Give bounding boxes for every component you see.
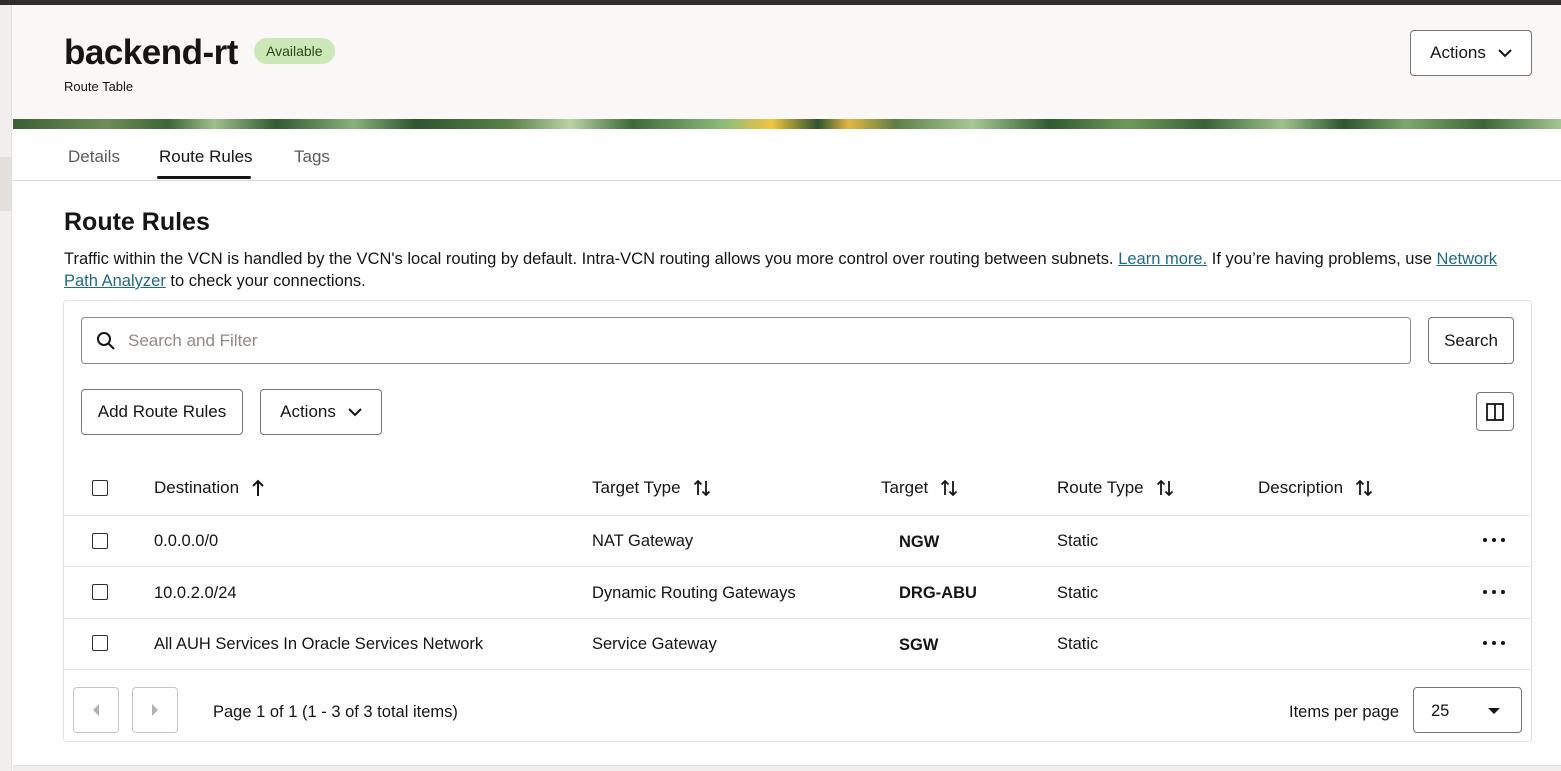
chevron-down-icon <box>348 407 362 416</box>
column-header-description[interactable]: Description <box>1258 478 1373 498</box>
page-header: backend-rt Available Route Table Actions <box>13 5 1561 119</box>
column-toggle-button[interactable] <box>1476 392 1514 431</box>
column-header-target-type[interactable]: Target Type <box>592 478 711 498</box>
cell-route-type: Static <box>1057 635 1099 653</box>
decorative-banner <box>13 119 1561 129</box>
column-header-label: Description <box>1258 478 1344 497</box>
items-per-page-value: 25 <box>1431 702 1450 720</box>
tab-route-rules[interactable]: Route Rules <box>159 147 253 167</box>
row-checkbox[interactable] <box>92 635 108 651</box>
learn-more-link[interactable]: Learn more. <box>1118 250 1207 268</box>
bottom-edge <box>13 765 1561 771</box>
cell-target-type: Service Gateway <box>592 635 717 653</box>
row-actions-menu-icon[interactable] <box>1483 584 1505 600</box>
sort-arrows-icon[interactable] <box>1355 479 1373 497</box>
cell-target[interactable]: SGW <box>899 636 938 655</box>
next-page-button[interactable] <box>132 687 178 733</box>
header-actions-button[interactable]: Actions <box>1410 30 1532 76</box>
previous-page-button[interactable] <box>73 687 119 733</box>
route-rules-panel <box>63 300 1532 742</box>
cell-target-type: Dynamic Routing Gateways <box>592 584 796 602</box>
caret-right-icon <box>152 704 158 716</box>
cell-target[interactable]: DRG-ABU <box>899 584 977 603</box>
table-header-divider <box>64 515 1531 516</box>
tab-bar: Details Route Rules Tags <box>13 129 1561 181</box>
tab-tags[interactable]: Tags <box>294 147 330 167</box>
status-badge: Available <box>254 38 335 64</box>
pagination-summary: Page 1 of 1 (1 - 3 of 3 total items) <box>213 703 458 721</box>
cell-target[interactable]: NGW <box>899 533 939 552</box>
row-actions-menu-icon[interactable] <box>1483 635 1505 651</box>
search-button-label: Search <box>1444 330 1498 350</box>
sort-arrows-icon[interactable] <box>1156 479 1174 497</box>
sort-arrows-icon[interactable] <box>940 479 958 497</box>
column-header-label: Route Type <box>1057 478 1144 497</box>
row-divider <box>64 566 1531 567</box>
search-button[interactable]: Search <box>1428 317 1514 364</box>
column-header-label: Destination <box>154 478 240 497</box>
cell-destination: 0.0.0.0/0 <box>154 532 219 550</box>
description-text-2: If you’re having problems, use <box>1211 250 1432 268</box>
add-route-rules-label: Add Route Rules <box>97 402 227 421</box>
table-actions-label: Actions <box>280 402 336 421</box>
section-title: Route Rules <box>64 208 210 236</box>
column-header-target[interactable]: Target <box>881 478 958 498</box>
column-header-label: Target Type <box>592 478 681 497</box>
description-text-1: Traffic within the VCN is handled by the… <box>64 250 1114 268</box>
table-actions-button[interactable]: Actions <box>260 389 382 435</box>
active-tab-indicator <box>157 176 251 179</box>
tab-details[interactable]: Details <box>68 147 120 167</box>
page-title: backend-rt <box>64 33 238 72</box>
row-checkbox[interactable] <box>92 584 108 600</box>
column-header-route-type[interactable]: Route Type <box>1057 478 1174 498</box>
search-input[interactable] <box>128 326 1388 356</box>
search-icon <box>97 332 115 350</box>
row-divider <box>64 669 1531 670</box>
caret-down-icon <box>1488 708 1500 714</box>
left-nav-gutter <box>0 5 12 771</box>
add-route-rules-button[interactable]: Add Route Rules <box>81 389 243 435</box>
search-field[interactable] <box>81 317 1411 364</box>
items-per-page-label: Items per page <box>1289 703 1400 721</box>
description-text-3: to check your connections. <box>170 272 366 290</box>
caret-left-icon <box>93 704 99 716</box>
row-checkbox[interactable] <box>92 533 108 549</box>
row-actions-menu-icon[interactable] <box>1483 532 1505 548</box>
left-nav-handle[interactable] <box>0 157 12 211</box>
cell-destination: 10.0.2.0/24 <box>154 584 237 602</box>
items-per-page-select[interactable]: 25 <box>1413 687 1522 733</box>
cell-target-type: NAT Gateway <box>592 532 694 550</box>
column-header-destination[interactable]: Destination <box>154 478 265 498</box>
header-actions-label: Actions <box>1430 43 1486 62</box>
page-subtitle: Route Table <box>64 79 134 94</box>
select-all-checkbox[interactable] <box>92 480 108 496</box>
sort-arrows-icon[interactable] <box>693 479 711 497</box>
sort-ascending-icon[interactable] <box>251 479 265 497</box>
cell-route-type: Static <box>1057 584 1099 602</box>
cell-route-type: Static <box>1057 532 1099 550</box>
column-header-label: Target <box>881 478 929 497</box>
section-description: Traffic within the VCN is handled by the… <box>64 248 1532 292</box>
row-divider <box>64 618 1531 619</box>
cell-destination: All AUH Services In Oracle Services Netw… <box>154 635 484 653</box>
chevron-down-icon <box>1498 48 1512 57</box>
columns-icon <box>1486 402 1504 421</box>
